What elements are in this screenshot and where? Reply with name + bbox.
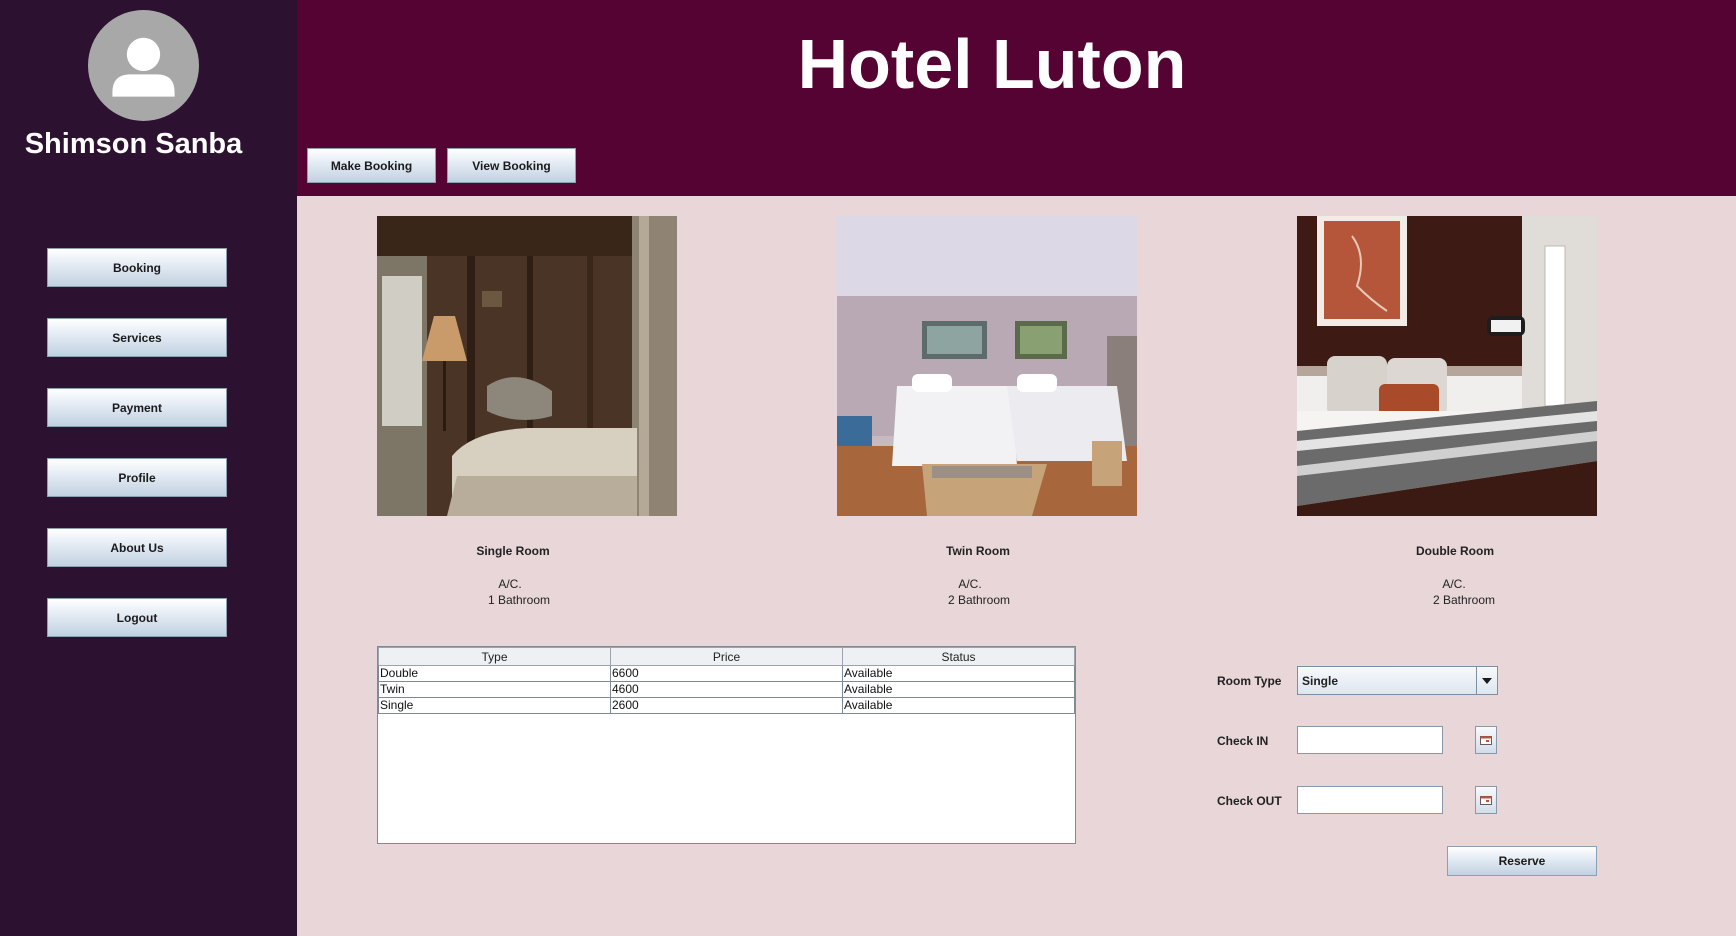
- header: Hotel Luton Make Booking View Booking: [297, 0, 1736, 196]
- check-out-field[interactable]: [1297, 786, 1443, 814]
- user-name: Shimson Sanba: [24, 128, 243, 160]
- profile-button[interactable]: Profile: [47, 458, 227, 497]
- avatar: [88, 10, 199, 121]
- make-booking-button[interactable]: Make Booking: [307, 148, 436, 183]
- double-room-image: [1297, 216, 1597, 516]
- view-booking-button[interactable]: View Booking: [447, 148, 576, 183]
- twin-room-bathroom: 2 Bathroom: [947, 593, 1011, 607]
- single-room-name: Single Room: [476, 544, 550, 558]
- services-button[interactable]: Services: [47, 318, 227, 357]
- table-header-row: Type Price Status: [378, 647, 1075, 666]
- room-type-selected-value: Single: [1302, 674, 1339, 688]
- twin-room-ac: A/C.: [958, 577, 982, 591]
- double-room-ac: A/C.: [1442, 577, 1466, 591]
- calendar-icon: [1480, 736, 1492, 745]
- single-room-image: [377, 216, 677, 516]
- room-type-label: Room Type: [1217, 674, 1282, 688]
- table-row[interactable]: Double 6600 Available: [378, 665, 1075, 682]
- table-cell[interactable]: Single: [378, 697, 611, 714]
- logout-button[interactable]: Logout: [47, 598, 227, 637]
- table-cell[interactable]: 6600: [610, 665, 843, 682]
- double-room-name: Double Room: [1416, 544, 1494, 558]
- booking-button[interactable]: Booking: [47, 248, 227, 287]
- check-in-calendar-button[interactable]: [1475, 726, 1497, 754]
- payment-button[interactable]: Payment: [47, 388, 227, 427]
- column-header-status[interactable]: Status: [842, 647, 1075, 666]
- table-cell[interactable]: 2600: [610, 697, 843, 714]
- calendar-icon: [1480, 796, 1492, 805]
- user-silhouette-icon: [112, 37, 175, 97]
- reserve-button[interactable]: Reserve: [1447, 846, 1597, 876]
- table-cell[interactable]: Available: [842, 665, 1075, 682]
- table-row[interactable]: Single 2600 Available: [378, 697, 1075, 714]
- twin-room-image: [837, 216, 1137, 516]
- check-in-label: Check IN: [1217, 734, 1269, 748]
- page-title: Hotel Luton: [797, 25, 1187, 103]
- column-header-type[interactable]: Type: [378, 647, 611, 666]
- table-row[interactable]: Twin 4600 Available: [378, 681, 1075, 698]
- sidebar: Shimson Sanba Booking Services Payment P…: [0, 0, 297, 936]
- table-cell[interactable]: Available: [842, 681, 1075, 698]
- single-room-bathroom: 1 Bathroom: [487, 593, 551, 607]
- double-room-bathroom: 2 Bathroom: [1432, 593, 1496, 607]
- single-room-ac: A/C.: [498, 577, 522, 591]
- check-out-calendar-button[interactable]: [1475, 786, 1497, 814]
- check-in-field[interactable]: [1297, 726, 1443, 754]
- about-us-button[interactable]: About Us: [47, 528, 227, 567]
- table-cell[interactable]: Available: [842, 697, 1075, 714]
- room-type-select[interactable]: Single: [1297, 666, 1498, 695]
- table-cell[interactable]: 4600: [610, 681, 843, 698]
- twin-room-name: Twin Room: [946, 544, 1010, 558]
- room-table[interactable]: Type Price Status Double 6600 Available …: [377, 646, 1076, 844]
- chevron-down-icon[interactable]: [1476, 667, 1497, 694]
- check-out-label: Check OUT: [1217, 794, 1282, 808]
- table-cell[interactable]: Double: [378, 665, 611, 682]
- table-cell[interactable]: Twin: [378, 681, 611, 698]
- column-header-price[interactable]: Price: [610, 647, 843, 666]
